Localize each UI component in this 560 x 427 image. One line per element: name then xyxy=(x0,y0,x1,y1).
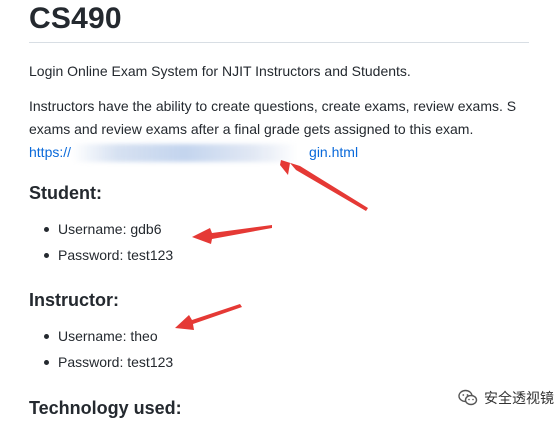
link-prefix: https:// xyxy=(29,144,72,160)
instructor-username-item: Username: theo xyxy=(0,323,173,349)
link-suffix: gin.html xyxy=(309,144,359,160)
title-divider xyxy=(29,42,529,43)
student-heading: Student: xyxy=(29,183,102,203)
student-password-item: Password: test123 xyxy=(0,242,173,268)
instructor-heading: Instructor: xyxy=(29,290,119,310)
instructor-password-item: Password: test123 xyxy=(0,349,173,375)
watermark: 安全透视镜 xyxy=(458,388,554,408)
student-username-item: Username: gdb6 xyxy=(0,216,173,242)
instructor-credentials-list: Username: theo Password: test123 xyxy=(0,323,173,375)
page-title: CS490 xyxy=(29,2,122,35)
intro-text: Login Online Exam System for NJIT Instru… xyxy=(29,63,411,79)
redaction-blur xyxy=(72,144,298,162)
wechat-logo-icon xyxy=(458,389,478,406)
description-line-1: Instructors have the ability to create q… xyxy=(29,98,517,114)
student-credentials-list: Username: gdb6 Password: test123 xyxy=(0,216,173,268)
arrow-to-student-username xyxy=(192,225,272,244)
arrow-to-link xyxy=(280,160,368,211)
technology-heading: Technology used: xyxy=(29,398,182,418)
watermark-text: 安全透视镜 xyxy=(484,390,554,406)
readme-page: CS490 Login Online Exam System for NJIT … xyxy=(0,0,560,427)
description-line-2: exams and review exams after a final gra… xyxy=(29,121,474,137)
arrow-to-instructor-username xyxy=(175,304,242,330)
